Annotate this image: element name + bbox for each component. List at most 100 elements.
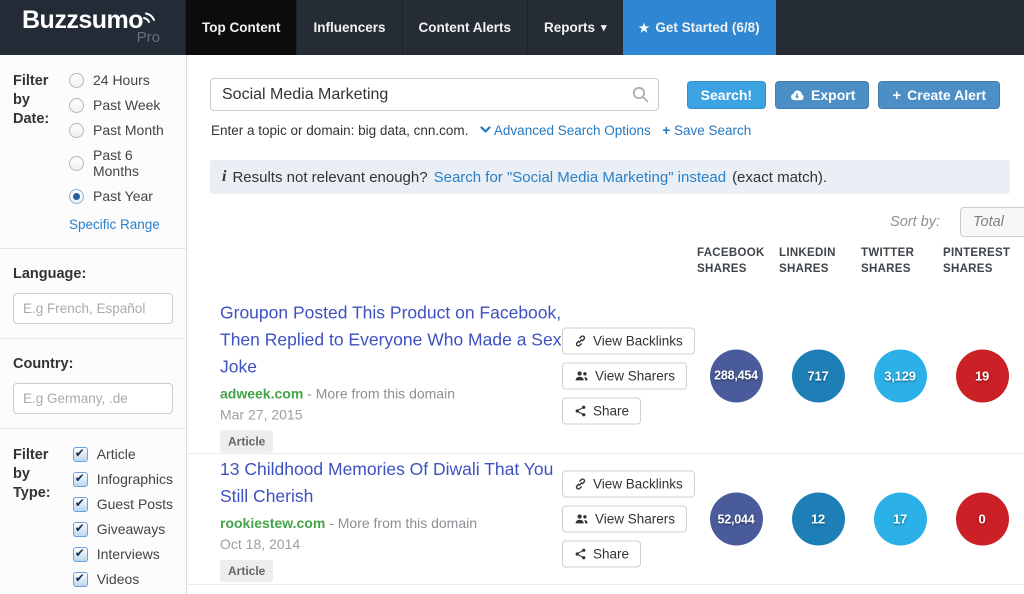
- radio-past-month[interactable]: Past Month: [69, 122, 173, 138]
- view-backlinks-label: View Backlinks: [593, 477, 683, 492]
- checkbox-infographics[interactable]: Infographics: [73, 471, 173, 487]
- checkbox-guest-posts[interactable]: Guest Posts: [73, 496, 173, 512]
- checkbox-checked-icon[interactable]: [73, 522, 88, 537]
- share-button[interactable]: Share: [562, 397, 641, 424]
- main-content: Search! Export + Create Alert Enter a to…: [187, 55, 1024, 594]
- result-title-link[interactable]: 13 Childhood Memories Of Diwali That You…: [220, 456, 568, 510]
- specific-range-link[interactable]: Specific Range: [69, 217, 160, 232]
- nav-tab-get-started[interactable]: ★ Get Started (6/8): [623, 0, 776, 55]
- view-backlinks-button[interactable]: View Backlinks: [562, 327, 695, 354]
- language-input[interactable]: [13, 293, 173, 324]
- radio-icon[interactable]: [69, 156, 84, 171]
- pinterest-share-count: 19: [956, 349, 1009, 402]
- caret-down-icon: ▾: [601, 21, 607, 34]
- result-title-link[interactable]: Groupon Posted This Product on Facebook,…: [220, 299, 568, 380]
- checkbox-label: Videos: [97, 571, 140, 587]
- checkbox-checked-icon[interactable]: [73, 472, 88, 487]
- share-column-headers: FACEBOOK SHARES LINKEDIN SHARES TWITTER …: [695, 245, 1023, 277]
- view-sharers-button[interactable]: View Sharers: [562, 506, 687, 533]
- checkbox-article[interactable]: Article: [73, 446, 173, 462]
- advanced-link-label: Advanced Search Options: [494, 123, 651, 138]
- results-list: Groupon Posted This Product on Facebook,…: [187, 298, 1024, 585]
- type-filter-section: Filter by Type: Article Infographics Gue…: [0, 429, 186, 594]
- checkbox-giveaways[interactable]: Giveaways: [73, 521, 173, 537]
- users-icon: [574, 369, 589, 382]
- country-input[interactable]: [13, 383, 173, 414]
- linkedin-share-count: 717: [792, 349, 845, 402]
- share-icon: [574, 548, 587, 561]
- checkbox-checked-icon[interactable]: [73, 572, 88, 587]
- save-search-link[interactable]: + Save Search: [662, 123, 751, 138]
- country-label: Country:: [13, 356, 173, 372]
- search-icon[interactable]: [632, 86, 649, 103]
- more-from-domain-link[interactable]: More from this domain: [316, 385, 455, 401]
- result-row: Groupon Posted This Product on Facebook,…: [187, 298, 1024, 454]
- checkbox-videos[interactable]: Videos: [73, 571, 173, 587]
- type-filter-label: Filter by Type:: [13, 446, 61, 587]
- radio-24-hours[interactable]: 24 Hours: [69, 72, 173, 88]
- view-sharers-label: View Sharers: [595, 368, 675, 383]
- search-box: [210, 78, 659, 111]
- result-date: Oct 18, 2014: [220, 536, 568, 552]
- result-domain-link[interactable]: adweek.com: [220, 385, 303, 401]
- advanced-search-options-link[interactable]: Advanced Search Options: [480, 123, 651, 138]
- exact-match-search-link[interactable]: Search for "Social Media Marketing" inst…: [434, 169, 726, 186]
- plus-icon: +: [892, 87, 901, 104]
- pinterest-shares-header: PINTEREST SHARES: [941, 245, 1023, 277]
- radio-checked-icon[interactable]: [69, 189, 84, 204]
- country-filter-section: Country:: [0, 339, 186, 429]
- sort-dropdown[interactable]: Total: [960, 207, 1024, 237]
- result-domain-link[interactable]: rookiestew.com: [220, 515, 325, 531]
- result-row: 13 Childhood Memories Of Diwali That You…: [187, 454, 1024, 585]
- result-domain-line: rookiestew.com - More from this domain: [220, 515, 568, 531]
- share-counts: 52,044 12 17 0: [695, 493, 1023, 546]
- checkbox-interviews[interactable]: Interviews: [73, 546, 173, 562]
- twitter-share-count: 3,129: [874, 349, 927, 402]
- notice-suffix: (exact match).: [732, 169, 827, 186]
- search-input[interactable]: [210, 78, 659, 111]
- radio-icon[interactable]: [69, 98, 84, 113]
- search-row: Search! Export + Create Alert: [210, 78, 1000, 111]
- nav-tab-content-alerts[interactable]: Content Alerts: [402, 0, 528, 55]
- share-button[interactable]: Share: [562, 541, 641, 568]
- info-icon: i: [222, 168, 226, 186]
- search-helper-row: Enter a topic or domain: big data, cnn.c…: [211, 123, 751, 138]
- nav-tab-reports[interactable]: Reports ▾: [527, 0, 623, 55]
- language-filter-section: Language:: [0, 249, 186, 339]
- radio-icon[interactable]: [69, 73, 84, 88]
- nav-tab-label: Influencers: [313, 20, 385, 35]
- create-alert-button[interactable]: + Create Alert: [878, 81, 1000, 109]
- top-navbar: Buzzsumo Pro Top Content Influencers Con…: [0, 0, 1024, 55]
- checkbox-checked-icon[interactable]: [73, 447, 88, 462]
- checkbox-checked-icon[interactable]: [73, 547, 88, 562]
- pinterest-share-count: 0: [956, 493, 1009, 546]
- view-backlinks-button[interactable]: View Backlinks: [562, 471, 695, 498]
- nav-menu: Top Content Influencers Content Alerts R…: [185, 0, 776, 55]
- view-backlinks-label: View Backlinks: [593, 333, 683, 348]
- radio-past-year-selected[interactable]: Past Year: [69, 188, 173, 204]
- nav-tab-top-content[interactable]: Top Content: [185, 0, 296, 55]
- sort-row: Sort by: Total: [187, 207, 1024, 237]
- twitter-share-count: 17: [874, 493, 927, 546]
- nav-tab-influencers[interactable]: Influencers: [296, 0, 401, 55]
- checkbox-checked-icon[interactable]: [73, 497, 88, 512]
- radio-past-6-months[interactable]: Past 6 Months: [69, 147, 173, 179]
- radio-label: Past Month: [93, 122, 164, 138]
- linkedin-shares-header: LINKEDIN SHARES: [777, 245, 859, 277]
- save-search-label: Save Search: [674, 123, 751, 138]
- brand-logo[interactable]: Buzzsumo Pro: [0, 0, 185, 55]
- share-icon: [574, 404, 587, 417]
- radio-past-week[interactable]: Past Week: [69, 97, 173, 113]
- search-button[interactable]: Search!: [687, 81, 766, 109]
- nav-tab-label: Get Started (6/8): [655, 20, 759, 35]
- facebook-shares-header: FACEBOOK SHARES: [695, 245, 777, 277]
- link-icon: [574, 478, 587, 491]
- more-from-domain-link[interactable]: More from this domain: [338, 515, 477, 531]
- view-sharers-button[interactable]: View Sharers: [562, 362, 687, 389]
- export-button[interactable]: Export: [775, 81, 869, 109]
- nav-tab-label: Top Content: [202, 20, 280, 35]
- facebook-share-count: 52,044: [710, 493, 763, 546]
- result-actions: View Backlinks View Sharers: [562, 327, 695, 424]
- radio-icon[interactable]: [69, 123, 84, 138]
- buzzsumo-app: Buzzsumo Pro Top Content Influencers Con…: [0, 0, 1024, 594]
